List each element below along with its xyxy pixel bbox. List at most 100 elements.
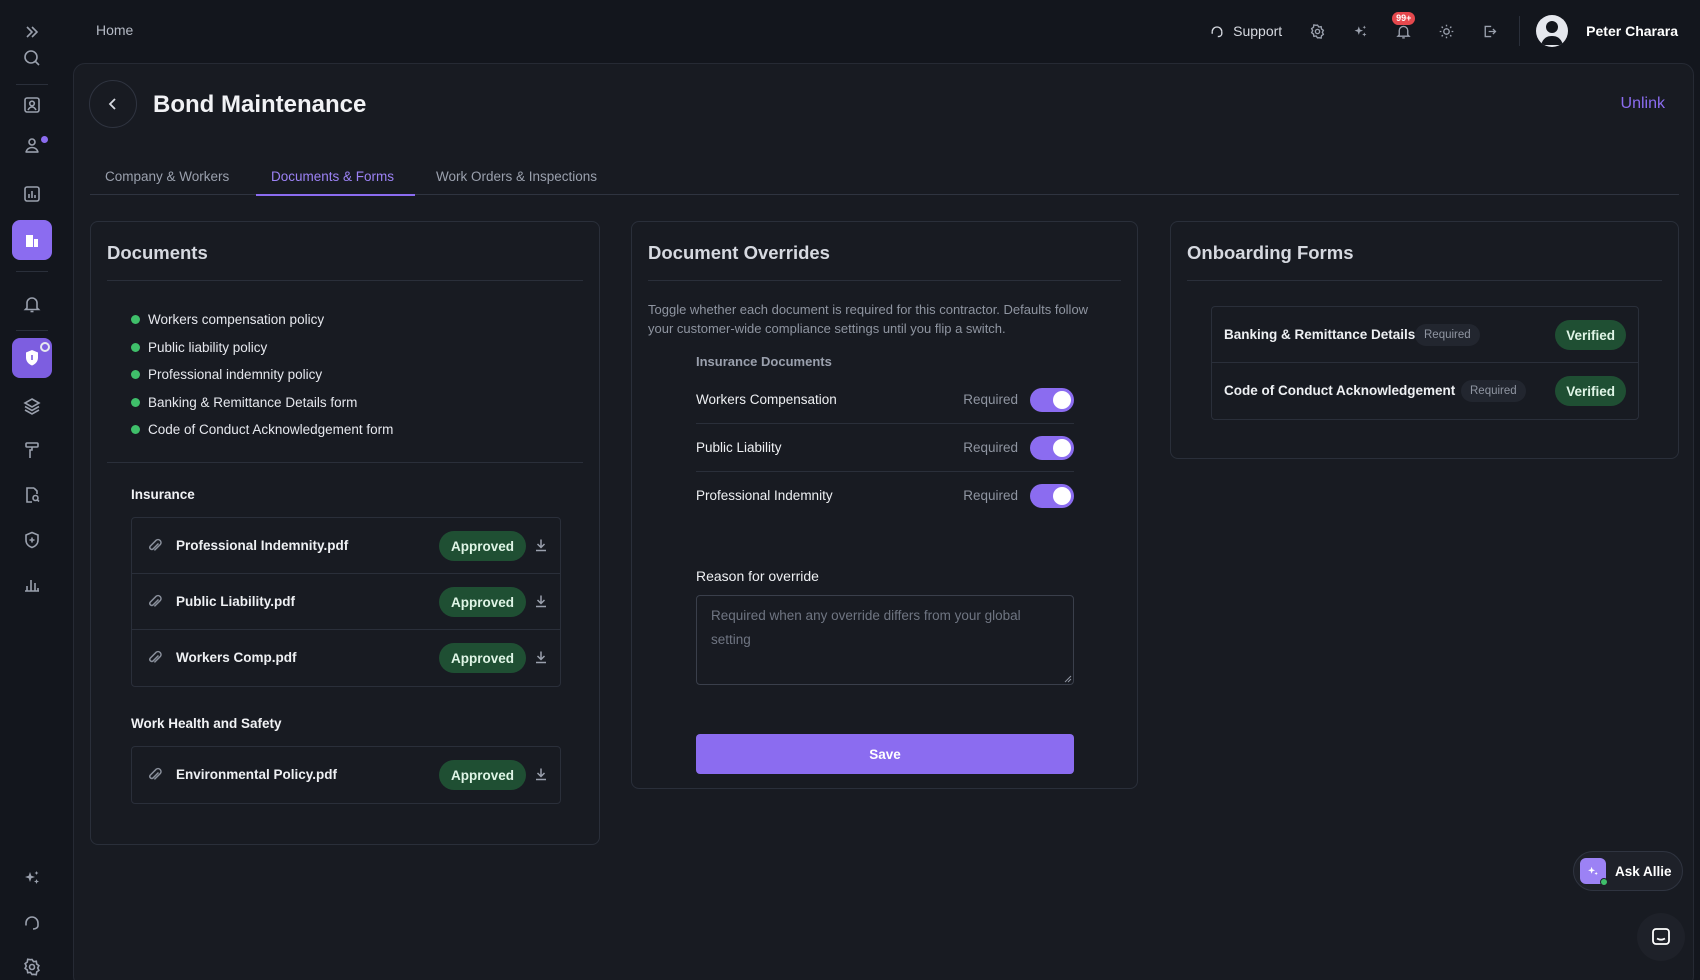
status-badge: Approved: [438, 587, 526, 617]
insurance-file-list: Professional Indemnity.pdf Approved Publ…: [131, 517, 561, 687]
support-button[interactable]: Support: [1209, 23, 1282, 39]
settings-icon[interactable]: [12, 947, 52, 980]
online-status-dot: [1600, 878, 1608, 886]
shield-plus-icon[interactable]: [12, 520, 52, 560]
contacts-icon[interactable]: [12, 85, 52, 125]
notifications-bell-icon[interactable]: 99+: [1392, 12, 1416, 40]
left-rail: [0, 0, 64, 980]
document-search-icon[interactable]: [12, 475, 52, 515]
document-overrides-card: Document Overrides Toggle whether each d…: [631, 221, 1138, 789]
toggle-knob: [1053, 487, 1071, 505]
toggle-knob: [1053, 391, 1071, 409]
logout-icon[interactable]: [1480, 22, 1498, 40]
divider: [107, 462, 583, 463]
paperclip-icon: [149, 594, 162, 607]
paperclip-icon: [149, 767, 162, 780]
file-row[interactable]: Professional Indemnity.pdf Approved: [132, 518, 560, 574]
form-row[interactable]: Banking & Remittance Details Required Ve…: [1212, 307, 1638, 363]
buildings-icon[interactable]: [12, 220, 52, 260]
active-tab-indicator: [256, 194, 415, 196]
form-name[interactable]: Banking & Remittance Details: [1224, 327, 1415, 342]
reports-icon[interactable]: [12, 174, 52, 214]
requirement-label: Professional indemnity policy: [148, 367, 323, 383]
documents-card: Documents Workers compensation policy Pu…: [90, 221, 600, 845]
file-name[interactable]: Public Liability.pdf: [176, 594, 295, 609]
back-button[interactable]: [89, 80, 137, 128]
status-badge: Approved: [438, 531, 526, 561]
download-icon[interactable]: [534, 538, 548, 552]
form-row[interactable]: Code of Conduct Acknowledgement Required…: [1212, 363, 1638, 419]
overrides-title: Document Overrides: [648, 242, 830, 263]
ask-allie-button[interactable]: Ask Allie: [1573, 851, 1683, 891]
breadcrumb[interactable]: Home: [96, 22, 133, 38]
user-notification-dot: [41, 136, 48, 143]
avatar[interactable]: [1536, 15, 1569, 47]
page-title: Bond Maintenance: [153, 91, 367, 118]
file-row[interactable]: Environmental Policy.pdf Approved: [132, 747, 560, 803]
sun-icon[interactable]: [1437, 22, 1455, 40]
status-dot: [131, 370, 140, 380]
layers-icon[interactable]: [12, 386, 52, 426]
file-name[interactable]: Environmental Policy.pdf: [176, 767, 337, 782]
overrides-hint: Toggle whether each document is required…: [648, 302, 1089, 336]
status-dot: [131, 342, 140, 352]
file-row[interactable]: Public Liability.pdf Approved: [132, 574, 560, 630]
download-icon[interactable]: [534, 594, 548, 608]
override-state: Required: [963, 392, 1018, 407]
file-name[interactable]: Professional Indemnity.pdf: [176, 538, 348, 553]
required-tag: Required: [1461, 380, 1526, 402]
headset-icon[interactable]: [12, 902, 52, 942]
tab-documents-forms[interactable]: Documents & Forms: [271, 169, 394, 184]
topbar-divider: [1519, 16, 1521, 46]
form-name[interactable]: Code of Conduct Acknowledgement: [1224, 383, 1455, 398]
list-item: Workers compensation policy: [131, 306, 393, 334]
whs-heading: Work Health and Safety: [131, 716, 282, 731]
divider: [648, 280, 1121, 281]
onboarding-forms-list: Banking & Remittance Details Required Ve…: [1211, 306, 1639, 420]
paint-roller-icon[interactable]: [12, 430, 52, 470]
reason-textarea[interactable]: [696, 595, 1074, 685]
override-state: Required: [963, 440, 1018, 455]
download-icon[interactable]: [534, 650, 548, 664]
file-name[interactable]: Workers Comp.pdf: [176, 650, 297, 665]
sparkles-icon[interactable]: [12, 858, 52, 898]
gear-icon[interactable]: [1308, 22, 1326, 40]
sparkles-icon[interactable]: [1351, 22, 1369, 40]
divider: [107, 280, 583, 281]
resize-handle-icon[interactable]: [1064, 675, 1072, 683]
status-badge: Verified: [1555, 320, 1626, 350]
tab-work-orders-inspections[interactable]: Work Orders & Inspections: [436, 169, 597, 184]
notification-count-badge: 99+: [1392, 12, 1416, 25]
chat-launcher-button[interactable]: [1637, 913, 1685, 961]
list-item: Banking & Remittance Details form: [131, 389, 393, 417]
headset-icon: [1211, 26, 1223, 38]
insurance-documents-label: Insurance Documents: [696, 354, 832, 369]
required-toggle[interactable]: [1030, 388, 1074, 412]
user-name[interactable]: Peter Charara: [1586, 23, 1678, 39]
status-badge: Verified: [1555, 376, 1626, 406]
sparkles-icon: [1580, 858, 1608, 886]
tab-bar: Company & Workers Documents & Forms Work…: [90, 160, 1679, 196]
required-toggle[interactable]: [1030, 436, 1074, 460]
top-bar: Home Support 99+ Peter Charara: [64, 0, 1700, 62]
list-item: Code of Conduct Acknowledgement form: [131, 416, 393, 444]
save-button[interactable]: Save: [696, 734, 1074, 774]
user-icon[interactable]: [12, 125, 52, 165]
documents-title: Documents: [107, 242, 208, 263]
override-label: Professional Indemnity: [696, 488, 833, 503]
onboarding-title: Onboarding Forms: [1187, 242, 1354, 263]
reason-label: Reason for override: [696, 568, 819, 584]
status-dot: [131, 425, 140, 435]
analytics-icon[interactable]: [12, 564, 52, 604]
file-row[interactable]: Workers Comp.pdf Approved: [132, 630, 560, 686]
tab-company-workers[interactable]: Company & Workers: [105, 169, 229, 184]
download-icon[interactable]: [534, 767, 548, 781]
paperclip-icon: [149, 650, 162, 663]
onboarding-forms-card: Onboarding Forms Banking & Remittance De…: [1170, 221, 1679, 459]
bell-icon[interactable]: [12, 284, 52, 324]
status-dot: [131, 315, 140, 325]
chevron-left-icon: [108, 98, 116, 110]
required-toggle[interactable]: [1030, 484, 1074, 508]
search-icon[interactable]: [12, 38, 52, 78]
unlink-link[interactable]: Unlink: [1621, 95, 1665, 113]
